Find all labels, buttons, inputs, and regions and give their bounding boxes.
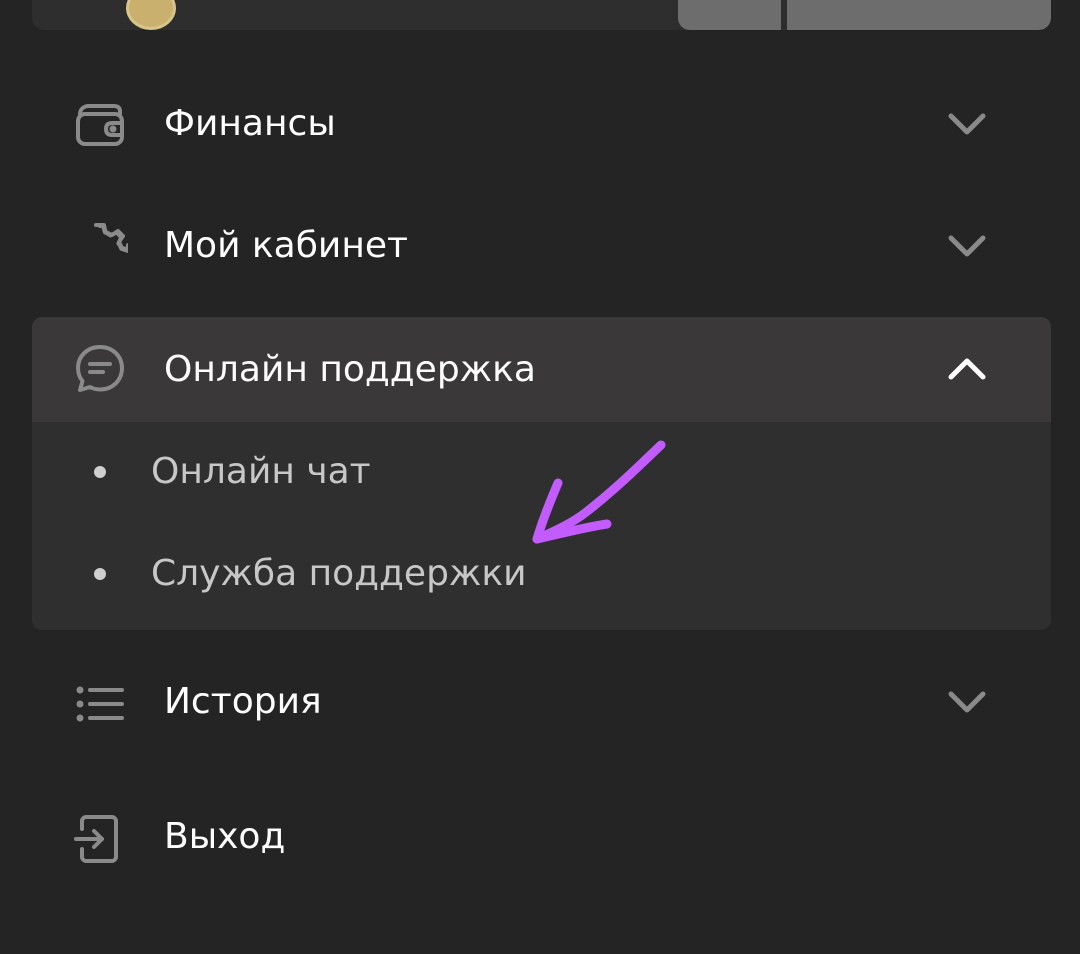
submenu-item-label: Служба поддержки: [151, 553, 527, 594]
top-action-button-primary[interactable]: [678, 0, 781, 30]
account-summary-card: [32, 0, 1051, 30]
submenu-item-online-chat[interactable]: Онлайн чат: [32, 422, 1051, 522]
support-submenu-panel: Онлайн поддержка Онлайн чат Служба подде…: [32, 317, 1051, 630]
menu-item-label: Выход: [164, 816, 286, 857]
gear-icon: [72, 220, 128, 276]
menu-item-label: Финансы: [164, 103, 336, 144]
menu-item-history[interactable]: История: [32, 650, 1051, 754]
menu-item-label: История: [164, 681, 322, 722]
submenu-item-support-service[interactable]: Служба поддержки: [32, 524, 1051, 624]
chevron-down-icon[interactable]: [945, 106, 989, 142]
top-action-button-secondary[interactable]: [787, 0, 1051, 30]
bullet-icon: [94, 568, 106, 580]
bullet-icon: [94, 466, 106, 478]
logout-icon: [72, 811, 128, 867]
menu-item-my-cabinet[interactable]: Мой кабинет: [32, 194, 1051, 298]
coin-icon: [126, 0, 176, 30]
menu-item-online-support[interactable]: Онлайн поддержка: [32, 317, 1051, 422]
menu-item-label: Мой кабинет: [164, 225, 408, 266]
wallet-icon: [72, 98, 128, 154]
menu-item-exit[interactable]: Выход: [32, 785, 1051, 889]
chevron-down-icon[interactable]: [945, 684, 989, 720]
submenu-item-label: Онлайн чат: [151, 451, 371, 492]
menu-item-label: Онлайн поддержка: [164, 349, 536, 390]
chevron-down-icon[interactable]: [945, 228, 989, 264]
menu-item-finance[interactable]: Финансы: [32, 72, 1051, 176]
chat-bubble-icon: [72, 341, 128, 397]
chevron-up-icon[interactable]: [945, 351, 989, 387]
list-icon: [72, 676, 128, 732]
